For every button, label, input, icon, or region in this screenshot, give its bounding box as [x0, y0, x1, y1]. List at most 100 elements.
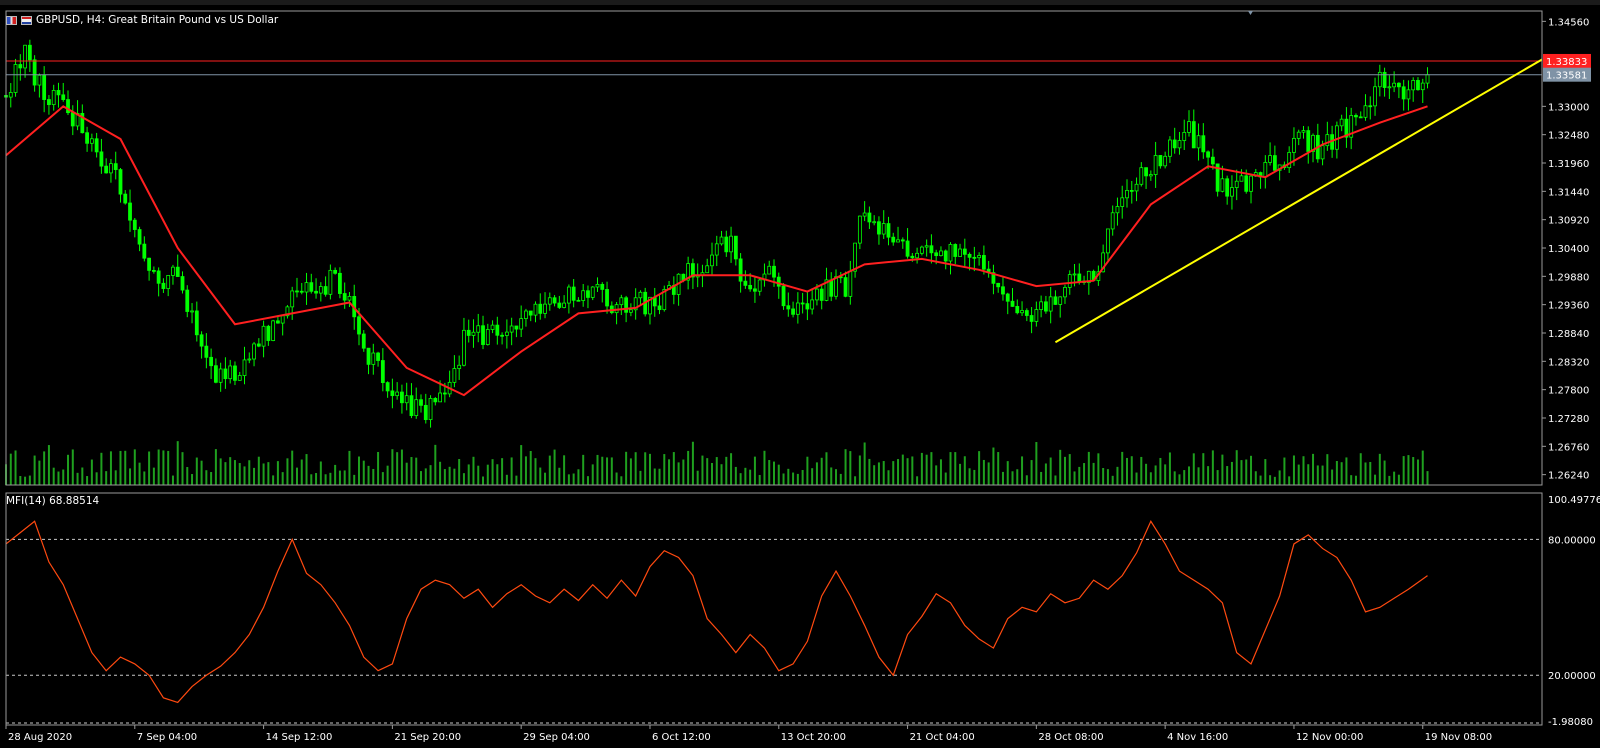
- volume-bar: [405, 462, 408, 485]
- candle-body: [1334, 125, 1339, 150]
- volume-bar: [24, 476, 27, 485]
- volume-bar: [329, 472, 332, 485]
- volume-bar: [1297, 464, 1300, 485]
- candle-body: [1020, 310, 1024, 314]
- volume-bar: [1044, 463, 1047, 485]
- candle-body: [1339, 118, 1344, 127]
- chart-canvas[interactable]: 1.33833 1.33581 1.34560 1.33000 1.32480 1.31…: [0, 5, 1600, 745]
- candle-body: [1144, 167, 1148, 177]
- candle-body: [85, 132, 89, 144]
- candle-body: [848, 270, 853, 297]
- candle-body: [147, 257, 152, 271]
- candle-body: [204, 345, 209, 358]
- candle-body: [538, 303, 543, 314]
- candle-body: [805, 303, 810, 310]
- time-axis-label: 21 Oct 04:00: [910, 732, 975, 743]
- candle-body: [1368, 105, 1373, 108]
- volume-bar: [1421, 450, 1424, 485]
- volume-bar: [1135, 472, 1138, 485]
- volume-bar: [768, 460, 771, 485]
- volume-bar: [863, 442, 866, 485]
- volume-bar: [319, 461, 322, 485]
- volume-bar: [801, 470, 804, 485]
- volume-bar: [544, 472, 547, 485]
- candle-body: [566, 286, 571, 304]
- candle-body: [13, 64, 18, 93]
- volume-bar: [920, 452, 923, 485]
- volume-bar: [410, 457, 413, 485]
- volume-bar: [1388, 475, 1391, 485]
- volume-bar: [639, 470, 642, 485]
- volume-bar: [572, 473, 575, 485]
- candle-body: [280, 315, 285, 324]
- volume-bar: [906, 458, 909, 485]
- candle-body: [94, 138, 99, 153]
- candle-body: [628, 309, 633, 313]
- candle-body: [924, 245, 929, 248]
- volume-bar: [658, 468, 661, 485]
- price-axis-label: 1.30400: [1548, 244, 1589, 255]
- candle-body: [1392, 82, 1397, 88]
- candle-body: [857, 215, 862, 244]
- volume-bar: [653, 468, 656, 485]
- trendline-line[interactable]: [1054, 58, 1543, 344]
- volume-bar: [973, 469, 976, 485]
- candle-body: [853, 242, 857, 272]
- volume-bar: [644, 452, 647, 485]
- volume-bar: [591, 464, 594, 485]
- chart-title: GBPUSD, H4: Great Britain Pound vs US Do…: [6, 14, 278, 26]
- price-axis-label: 1.29360: [1548, 301, 1589, 312]
- volume-bar: [1149, 472, 1152, 485]
- candle-body: [1048, 296, 1053, 312]
- volume-bar: [586, 476, 589, 485]
- candle-body: [891, 236, 896, 243]
- volume-bar: [224, 462, 227, 485]
- price-axis-label: 1.28320: [1548, 357, 1589, 368]
- candle-body: [900, 239, 905, 242]
- volume-bar: [171, 475, 174, 485]
- candle-body: [423, 404, 428, 421]
- volume-bar: [286, 458, 289, 485]
- time-axis-label: 19 Nov 08:00: [1425, 732, 1492, 743]
- volume-bar: [191, 474, 194, 485]
- volume-bar: [1307, 464, 1310, 485]
- candle-body: [571, 286, 576, 301]
- price-axis-label: 1.26760: [1548, 442, 1589, 453]
- candle-body: [1072, 273, 1077, 276]
- volume-bar: [606, 457, 609, 485]
- candle-body: [1230, 187, 1234, 197]
- candle-body: [385, 382, 390, 392]
- volume-bar: [219, 458, 222, 485]
- candle-body: [767, 265, 772, 275]
- candle-body: [657, 305, 662, 311]
- volume-bar: [420, 471, 423, 485]
- candle-body: [843, 277, 848, 297]
- candle-body: [128, 202, 132, 221]
- candle-body: [1387, 86, 1392, 89]
- candle-body: [256, 343, 261, 347]
- chart-window[interactable]: 1.33833 1.33581 1.34560 1.33000 1.32480 1.31…: [0, 5, 1600, 745]
- candle-body: [252, 343, 256, 360]
- candle-body: [1053, 296, 1058, 305]
- candle-body: [595, 283, 600, 288]
- horizontal-levels: 1.33833 1.33581: [6, 53, 1591, 82]
- candle-body: [199, 334, 204, 347]
- volume-bar: [725, 456, 728, 485]
- volume-bar: [930, 452, 933, 485]
- volume-bar: [276, 461, 279, 485]
- volume-bar: [9, 453, 12, 485]
- volume-histogram: [5, 441, 1429, 485]
- price-candles: [4, 39, 1430, 428]
- candle-body: [1272, 155, 1277, 171]
- volume-bar: [877, 462, 880, 485]
- candle-body: [939, 250, 943, 257]
- gray-level-tag: 1.33581: [1546, 71, 1587, 82]
- volume-bar: [458, 459, 461, 485]
- candle-body: [1396, 82, 1401, 88]
- volume-bar: [691, 441, 694, 485]
- candle-body: [56, 90, 61, 96]
- volume-bar: [162, 450, 165, 485]
- candle-body: [380, 360, 385, 383]
- candle-body: [1058, 296, 1063, 305]
- volume-bar: [944, 472, 947, 485]
